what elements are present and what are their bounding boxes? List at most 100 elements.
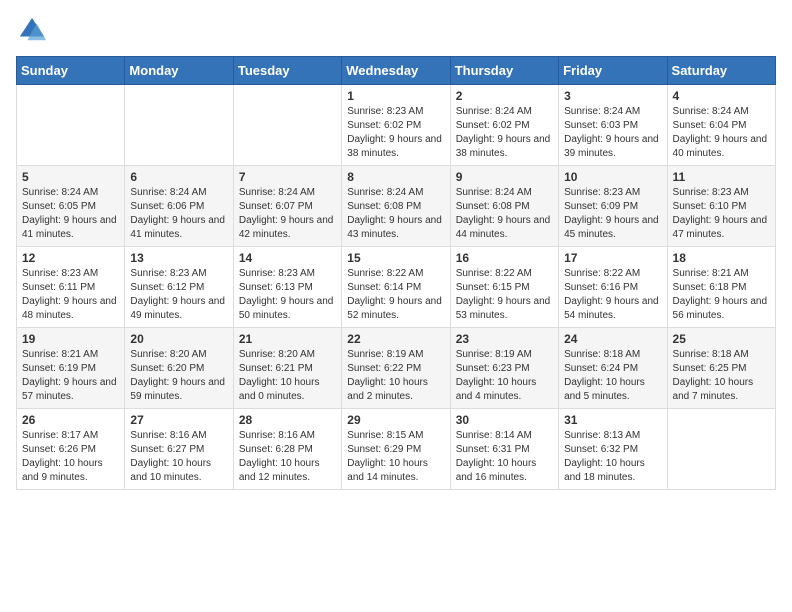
- day-number: 9: [456, 170, 553, 184]
- day-number: 28: [239, 413, 336, 427]
- day-number: 20: [130, 332, 227, 346]
- day-number: 30: [456, 413, 553, 427]
- day-info: Sunrise: 8:23 AM Sunset: 6:02 PM Dayligh…: [347, 105, 444, 161]
- calendar-cell: 26 Sunrise: 8:17 AM Sunset: 6:26 PM Dayli…: [17, 409, 125, 490]
- day-info: Sunrise: 8:23 AM Sunset: 6:10 PM Dayligh…: [673, 186, 770, 242]
- calendar-cell: 18 Sunrise: 8:21 AM Sunset: 6:18 PM Dayli…: [667, 247, 775, 328]
- day-number: 22: [347, 332, 444, 346]
- day-info: Sunrise: 8:20 AM Sunset: 6:20 PM Dayligh…: [130, 348, 227, 404]
- day-number: 26: [22, 413, 119, 427]
- calendar-cell: 23 Sunrise: 8:19 AM Sunset: 6:23 PM Dayli…: [450, 328, 558, 409]
- day-number: 8: [347, 170, 444, 184]
- calendar-week-row: 5 Sunrise: 8:24 AM Sunset: 6:05 PM Daylig…: [17, 166, 776, 247]
- day-info: Sunrise: 8:18 AM Sunset: 6:24 PM Dayligh…: [564, 348, 661, 404]
- day-info: Sunrise: 8:22 AM Sunset: 6:15 PM Dayligh…: [456, 267, 553, 323]
- day-info: Sunrise: 8:22 AM Sunset: 6:14 PM Dayligh…: [347, 267, 444, 323]
- calendar-cell: 24 Sunrise: 8:18 AM Sunset: 6:24 PM Dayli…: [559, 328, 667, 409]
- day-info: Sunrise: 8:22 AM Sunset: 6:16 PM Dayligh…: [564, 267, 661, 323]
- day-info: Sunrise: 8:24 AM Sunset: 6:04 PM Dayligh…: [673, 105, 770, 161]
- calendar-cell: 22 Sunrise: 8:19 AM Sunset: 6:22 PM Dayli…: [342, 328, 450, 409]
- day-info: Sunrise: 8:20 AM Sunset: 6:21 PM Dayligh…: [239, 348, 336, 404]
- day-number: 27: [130, 413, 227, 427]
- day-info: Sunrise: 8:21 AM Sunset: 6:18 PM Dayligh…: [673, 267, 770, 323]
- day-number: 12: [22, 251, 119, 265]
- calendar-cell: 11Sunrise: 8:23 AM Sunset: 6:10 PM Dayli…: [667, 166, 775, 247]
- calendar-cell: 13 Sunrise: 8:23 AM Sunset: 6:12 PM Dayli…: [125, 247, 233, 328]
- day-number: 31: [564, 413, 661, 427]
- day-number: 5: [22, 170, 119, 184]
- day-info: Sunrise: 8:24 AM Sunset: 6:05 PM Dayligh…: [22, 186, 119, 242]
- day-number: 24: [564, 332, 661, 346]
- calendar-cell: 10Sunrise: 8:23 AM Sunset: 6:09 PM Dayli…: [559, 166, 667, 247]
- calendar-cell: 5 Sunrise: 8:24 AM Sunset: 6:05 PM Daylig…: [17, 166, 125, 247]
- calendar-cell: 4Sunrise: 8:24 AM Sunset: 6:04 PM Daylig…: [667, 85, 775, 166]
- day-number: 3: [564, 89, 661, 103]
- calendar-week-row: 19 Sunrise: 8:21 AM Sunset: 6:19 PM Dayli…: [17, 328, 776, 409]
- day-number: 23: [456, 332, 553, 346]
- calendar-cell: [667, 409, 775, 490]
- day-info: Sunrise: 8:24 AM Sunset: 6:08 PM Dayligh…: [456, 186, 553, 242]
- day-number: 18: [673, 251, 770, 265]
- calendar-header-friday: Friday: [559, 57, 667, 85]
- day-info: Sunrise: 8:24 AM Sunset: 6:07 PM Dayligh…: [239, 186, 336, 242]
- calendar-cell: 8 Sunrise: 8:24 AM Sunset: 6:08 PM Daylig…: [342, 166, 450, 247]
- day-number: 2: [456, 89, 553, 103]
- calendar-week-row: 12 Sunrise: 8:23 AM Sunset: 6:11 PM Dayli…: [17, 247, 776, 328]
- day-number: 21: [239, 332, 336, 346]
- calendar-cell: [233, 85, 341, 166]
- day-number: 6: [130, 170, 227, 184]
- calendar-header-tuesday: Tuesday: [233, 57, 341, 85]
- calendar-header-thursday: Thursday: [450, 57, 558, 85]
- day-info: Sunrise: 8:19 AM Sunset: 6:23 PM Dayligh…: [456, 348, 553, 404]
- day-info: Sunrise: 8:23 AM Sunset: 6:12 PM Dayligh…: [130, 267, 227, 323]
- calendar-cell: 6 Sunrise: 8:24 AM Sunset: 6:06 PM Daylig…: [125, 166, 233, 247]
- calendar-cell: 27 Sunrise: 8:16 AM Sunset: 6:27 PM Dayli…: [125, 409, 233, 490]
- calendar-cell: 28Sunrise: 8:16 AM Sunset: 6:28 PM Dayli…: [233, 409, 341, 490]
- calendar-cell: 15 Sunrise: 8:22 AM Sunset: 6:14 PM Dayli…: [342, 247, 450, 328]
- calendar-cell: 25Sunrise: 8:18 AM Sunset: 6:25 PM Dayli…: [667, 328, 775, 409]
- logo: [16, 16, 46, 44]
- calendar-header-row: SundayMondayTuesdayWednesdayThursdayFrid…: [17, 57, 776, 85]
- day-info: Sunrise: 8:21 AM Sunset: 6:19 PM Dayligh…: [22, 348, 119, 404]
- day-info: Sunrise: 8:24 AM Sunset: 6:06 PM Dayligh…: [130, 186, 227, 242]
- day-number: 15: [347, 251, 444, 265]
- day-number: 13: [130, 251, 227, 265]
- day-info: Sunrise: 8:23 AM Sunset: 6:11 PM Dayligh…: [22, 267, 119, 323]
- calendar-cell: 19 Sunrise: 8:21 AM Sunset: 6:19 PM Dayli…: [17, 328, 125, 409]
- calendar-cell: 17 Sunrise: 8:22 AM Sunset: 6:16 PM Dayli…: [559, 247, 667, 328]
- day-number: 19: [22, 332, 119, 346]
- day-info: Sunrise: 8:16 AM Sunset: 6:27 PM Dayligh…: [130, 429, 227, 485]
- calendar-cell: [17, 85, 125, 166]
- day-number: 14: [239, 251, 336, 265]
- day-info: Sunrise: 8:14 AM Sunset: 6:31 PM Dayligh…: [456, 429, 553, 485]
- calendar-cell: 12 Sunrise: 8:23 AM Sunset: 6:11 PM Dayli…: [17, 247, 125, 328]
- calendar-header-monday: Monday: [125, 57, 233, 85]
- calendar-cell: 2Sunrise: 8:24 AM Sunset: 6:02 PM Daylig…: [450, 85, 558, 166]
- calendar-cell: 16 Sunrise: 8:22 AM Sunset: 6:15 PM Dayli…: [450, 247, 558, 328]
- day-number: 16: [456, 251, 553, 265]
- calendar-cell: 3 Sunrise: 8:24 AM Sunset: 6:03 PM Daylig…: [559, 85, 667, 166]
- day-info: Sunrise: 8:24 AM Sunset: 6:08 PM Dayligh…: [347, 186, 444, 242]
- day-number: 7: [239, 170, 336, 184]
- calendar-table: SundayMondayTuesdayWednesdayThursdayFrid…: [16, 56, 776, 490]
- page-header: [16, 16, 776, 44]
- day-info: Sunrise: 8:17 AM Sunset: 6:26 PM Dayligh…: [22, 429, 119, 485]
- calendar-cell: 20 Sunrise: 8:20 AM Sunset: 6:20 PM Dayli…: [125, 328, 233, 409]
- calendar-cell: 29 Sunrise: 8:15 AM Sunset: 6:29 PM Dayli…: [342, 409, 450, 490]
- calendar-header-wednesday: Wednesday: [342, 57, 450, 85]
- day-info: Sunrise: 8:19 AM Sunset: 6:22 PM Dayligh…: [347, 348, 444, 404]
- calendar-cell: 21 Sunrise: 8:20 AM Sunset: 6:21 PM Dayli…: [233, 328, 341, 409]
- calendar-cell: 9 Sunrise: 8:24 AM Sunset: 6:08 PM Daylig…: [450, 166, 558, 247]
- day-number: 10: [564, 170, 661, 184]
- calendar-cell: 30 Sunrise: 8:14 AM Sunset: 6:31 PM Dayli…: [450, 409, 558, 490]
- calendar-cell: [125, 85, 233, 166]
- calendar-header-saturday: Saturday: [667, 57, 775, 85]
- day-number: 29: [347, 413, 444, 427]
- day-info: Sunrise: 8:18 AM Sunset: 6:25 PM Dayligh…: [673, 348, 770, 404]
- day-info: Sunrise: 8:24 AM Sunset: 6:03 PM Dayligh…: [564, 105, 661, 161]
- day-number: 1: [347, 89, 444, 103]
- day-number: 17: [564, 251, 661, 265]
- calendar-week-row: 1 Sunrise: 8:23 AM Sunset: 6:02 PM Daylig…: [17, 85, 776, 166]
- day-info: Sunrise: 8:15 AM Sunset: 6:29 PM Dayligh…: [347, 429, 444, 485]
- calendar-cell: 1 Sunrise: 8:23 AM Sunset: 6:02 PM Daylig…: [342, 85, 450, 166]
